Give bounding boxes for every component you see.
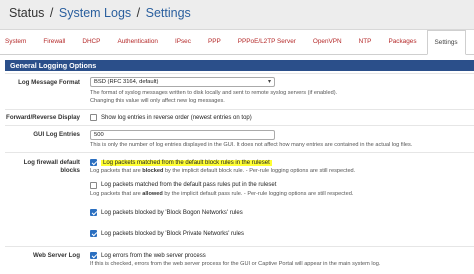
log-private-networks-label: Log packets blocked by 'Block Private Ne… xyxy=(101,230,245,237)
gui-log-entries-help: This is only the number of log entries d… xyxy=(90,142,413,148)
reverse-order-checkbox-label: Show log entries in reverse order (newes… xyxy=(101,114,252,121)
breadcrumb: Status / System Logs / Settings xyxy=(0,0,474,30)
tab-ntp[interactable]: NTP xyxy=(359,30,372,54)
gui-log-entries-label: GUI Log Entries xyxy=(33,131,80,138)
log-default-pass-help: Log packets that are allowed by the impl… xyxy=(90,190,354,197)
log-message-format-label: Log Message Format xyxy=(18,79,80,86)
tab-dhcp[interactable]: DHCP xyxy=(82,30,100,54)
web-server-log-checkbox[interactable] xyxy=(90,252,97,259)
gui-log-entries-input[interactable]: 500 xyxy=(90,130,275,140)
gui-log-entries-row: GUI Log Entries 500 This is only the num… xyxy=(5,125,474,152)
tab-ppp[interactable]: PPP xyxy=(208,30,221,54)
breadcrumb-status[interactable]: Status xyxy=(9,6,44,20)
tab-authentication[interactable]: Authentication xyxy=(117,30,158,54)
web-server-log-checkbox-label: Log errors from the web server process xyxy=(101,252,206,259)
log-default-block-help: Log packets that are blocked by the impl… xyxy=(90,168,356,174)
reverse-order-checkbox[interactable] xyxy=(90,114,97,121)
panel-title: General Logging Options xyxy=(5,60,474,71)
web-server-log-help: If this is checked, errors from the web … xyxy=(90,261,381,267)
log-default-pass-checkbox[interactable] xyxy=(90,181,97,189)
tab-system[interactable]: System xyxy=(5,30,26,54)
log-private-networks-checkbox[interactable] xyxy=(90,230,97,237)
forward-reverse-row: Forward/Reverse Display Show log entries… xyxy=(5,109,474,125)
log-default-block-checkbox[interactable] xyxy=(90,159,97,166)
firewall-default-blocks-label: Log firewall default blocks xyxy=(5,159,80,175)
log-message-format-value: BSD (RFC 3164, default) xyxy=(94,79,159,85)
firewall-default-blocks-label-line1: Log firewall default xyxy=(23,159,80,166)
log-default-pass-label: Log packets matched from the default pas… xyxy=(101,182,277,188)
firewall-default-blocks-label-line2: blocks xyxy=(60,167,80,174)
log-default-block-label: Log packets matched from the default blo… xyxy=(101,159,272,166)
tab-settings[interactable]: Settings xyxy=(426,30,466,55)
log-message-format-select[interactable]: BSD (RFC 3164, default) ▾ xyxy=(90,77,275,87)
log-bogon-checkbox[interactable] xyxy=(90,209,97,216)
breadcrumb-separator: / xyxy=(49,6,54,20)
breadcrumb-settings[interactable]: Settings xyxy=(146,6,191,20)
log-message-format-row: Log Message Format BSD (RFC 3164, defaul… xyxy=(5,73,474,109)
firewall-default-blocks-row: Log firewall default blocks Log packets … xyxy=(5,152,474,246)
tab-pppoe-l2tp-server[interactable]: PPPoE/L2TP Server xyxy=(238,30,296,54)
log-message-format-help: The format of syslog messages written to… xyxy=(90,90,338,96)
web-server-log-label: Web Server Log xyxy=(33,252,80,259)
tab-packages[interactable]: Packages xyxy=(388,30,416,54)
tab-firewall[interactable]: Firewall xyxy=(43,30,65,54)
tab-ipsec[interactable]: IPsec xyxy=(175,30,191,54)
forward-reverse-label: Forward/Reverse Display xyxy=(6,114,80,121)
web-server-log-row: Web Server Log Log errors from the web s… xyxy=(5,246,474,274)
log-message-format-help-2: Changing this value will only affect new… xyxy=(90,97,225,104)
log-bogon-label: Log packets blocked by 'Block Bogon Netw… xyxy=(101,209,243,216)
tab-bar: System Firewall DHCP Authentication IPse… xyxy=(0,30,474,55)
chevron-down-icon: ▾ xyxy=(267,79,271,85)
breadcrumb-system-logs[interactable]: System Logs xyxy=(59,6,131,20)
breadcrumb-separator: / xyxy=(136,6,141,20)
tab-openvpn[interactable]: OpenVPN xyxy=(313,30,342,54)
